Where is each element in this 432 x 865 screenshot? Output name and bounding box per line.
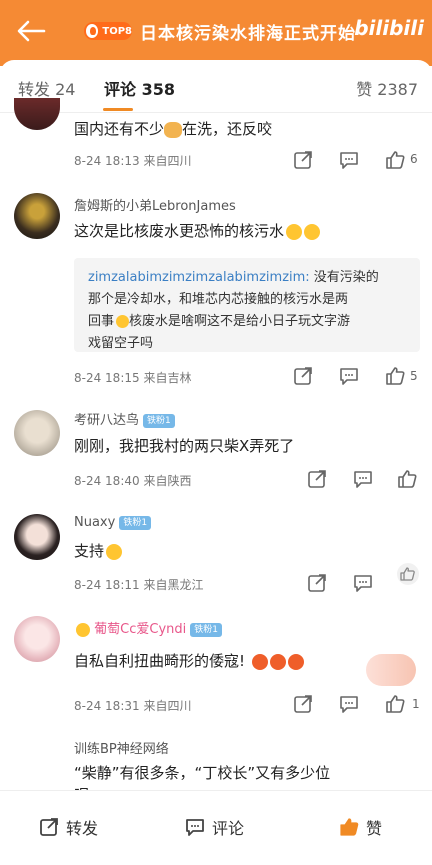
reply-icon[interactable] bbox=[338, 149, 360, 171]
comment-meta: 8-24 18:15 来自吉林 bbox=[74, 371, 192, 385]
page-title: 日本核污染水排海正式开始 bbox=[140, 24, 356, 44]
username[interactable]: 考研八达鸟 铁粉1 bbox=[74, 409, 175, 428]
reply-icon[interactable] bbox=[352, 572, 374, 594]
hot-rank-badge: TOP8 bbox=[84, 22, 132, 40]
like-label: 赞 bbox=[366, 819, 383, 838]
username[interactable]: 训练BP神经网络 bbox=[74, 738, 169, 757]
comment-text: 刚刚，我把我村的两只柴X弄死了 bbox=[74, 437, 295, 455]
quote-username[interactable]: zimzalabimzimzimzalabimzimzim: bbox=[88, 270, 310, 285]
comment-text: 自私自利扭曲畸形的倭寇! bbox=[74, 650, 304, 671]
fan-level-badge: 铁粉1 bbox=[119, 515, 152, 530]
share-icon[interactable] bbox=[306, 468, 328, 490]
dog-emoji-icon bbox=[164, 121, 183, 138]
angry-emoji-icon bbox=[269, 653, 286, 670]
tab-likes[interactable]: 赞 2387 bbox=[356, 76, 418, 100]
like-thumb-icon[interactable] bbox=[384, 365, 406, 387]
divider bbox=[0, 112, 432, 113]
comment-meta: 8-24 18:13 来自四川 bbox=[74, 154, 192, 168]
badge-emoji-icon bbox=[76, 622, 90, 637]
angry-emoji-icon bbox=[251, 653, 268, 670]
back-arrow-icon[interactable] bbox=[14, 14, 48, 48]
comment-meta: 8-24 18:31 来自四川 bbox=[74, 699, 192, 713]
tab-bar: 转发 24 评论 358 赞 2387 bbox=[0, 68, 432, 111]
angry-emoji-icon bbox=[287, 653, 304, 670]
comment-meta: 8-24 18:40 来自陕西 bbox=[74, 474, 192, 488]
username[interactable]: Nuaxy 铁粉1 bbox=[74, 515, 152, 530]
smile-emoji-icon bbox=[116, 315, 130, 328]
fan-level-badge: 铁粉1 bbox=[143, 413, 175, 428]
bilibili-logo: bilibili bbox=[354, 16, 424, 40]
like-count: 1 bbox=[412, 697, 420, 711]
comment-sheet: 转发 24 评论 358 赞 2387 bbox=[0, 60, 432, 864]
reply-icon[interactable] bbox=[338, 693, 360, 715]
quote-line: 戏留空子吗 bbox=[88, 336, 154, 351]
flame-icon bbox=[86, 24, 99, 38]
like-thumb-icon[interactable] bbox=[396, 468, 418, 490]
tab-comments[interactable]: 评论 358 bbox=[104, 76, 175, 100]
comment-decoration-sticker bbox=[366, 654, 416, 686]
comment-text: “柴静”有很多条，“丁校长”又有多少位 bbox=[74, 764, 331, 782]
avatar[interactable] bbox=[14, 616, 60, 662]
comment-text: 支持 bbox=[74, 540, 123, 561]
quote-line: 回事 核废水是啥啊这不是给小日子玩文字游 bbox=[88, 314, 351, 329]
crying-emoji-icon bbox=[286, 223, 303, 240]
reply-icon[interactable] bbox=[352, 468, 374, 490]
like-filled-icon bbox=[340, 818, 359, 836]
crying-emoji-icon bbox=[106, 543, 123, 560]
fan-level-badge: 铁粉1 bbox=[190, 622, 222, 637]
quote-line: zimzalabimzimzimzalabimzimzim: 没有污染的 bbox=[88, 270, 379, 285]
like-count: 5 bbox=[410, 369, 418, 383]
repost-icon bbox=[40, 818, 58, 836]
avatar[interactable] bbox=[14, 410, 60, 456]
tab-repost[interactable]: 转发 24 bbox=[18, 76, 75, 100]
like-count: 6 bbox=[410, 152, 418, 166]
like-button[interactable]: 赞 bbox=[338, 815, 382, 839]
like-thumb-icon[interactable] bbox=[384, 149, 406, 171]
active-tab-indicator bbox=[103, 108, 133, 111]
username[interactable]: 詹姆斯的小弟LebronJames bbox=[74, 195, 236, 214]
like-thumb-icon[interactable] bbox=[384, 693, 406, 715]
header-bar: TOP8 日本核污染水排海正式开始 bilibili bbox=[0, 0, 432, 66]
comment-text: 国内还有不少 在洗，还反咬 bbox=[74, 120, 273, 138]
comment-button[interactable]: 评论 bbox=[184, 815, 244, 839]
share-icon[interactable] bbox=[292, 693, 314, 715]
bottom-action-bar: 转发 评论 赞 bbox=[0, 790, 432, 865]
crying-emoji-icon bbox=[304, 223, 321, 240]
quoted-reply[interactable]: zimzalabimzimzimzalabimzimzim: 没有污染的 那个是… bbox=[74, 258, 420, 352]
avatar[interactable] bbox=[14, 193, 60, 239]
quote-line: 那个是冷却水，和堆芯内芯接触的核污水是两 bbox=[88, 292, 349, 307]
reply-icon[interactable] bbox=[338, 365, 360, 387]
avatar[interactable] bbox=[14, 514, 60, 560]
like-thumb-icon[interactable] bbox=[396, 562, 420, 586]
share-icon[interactable] bbox=[292, 149, 314, 171]
repost-button[interactable]: 转发 bbox=[38, 815, 98, 839]
comment-icon bbox=[186, 819, 204, 836]
hot-rank-label: TOP8 bbox=[102, 25, 132, 37]
share-icon[interactable] bbox=[306, 572, 328, 594]
comment-label: 评论 bbox=[212, 819, 245, 838]
comment-text: 这次是比核废水更恐怖的核污水 bbox=[74, 220, 321, 241]
username[interactable]: 葡萄Cc爱Cyndi 铁粉1 bbox=[74, 618, 222, 637]
repost-label: 转发 bbox=[66, 819, 99, 838]
comment-meta: 8-24 18:11 来自黑龙江 bbox=[74, 578, 204, 592]
share-icon[interactable] bbox=[292, 365, 314, 387]
